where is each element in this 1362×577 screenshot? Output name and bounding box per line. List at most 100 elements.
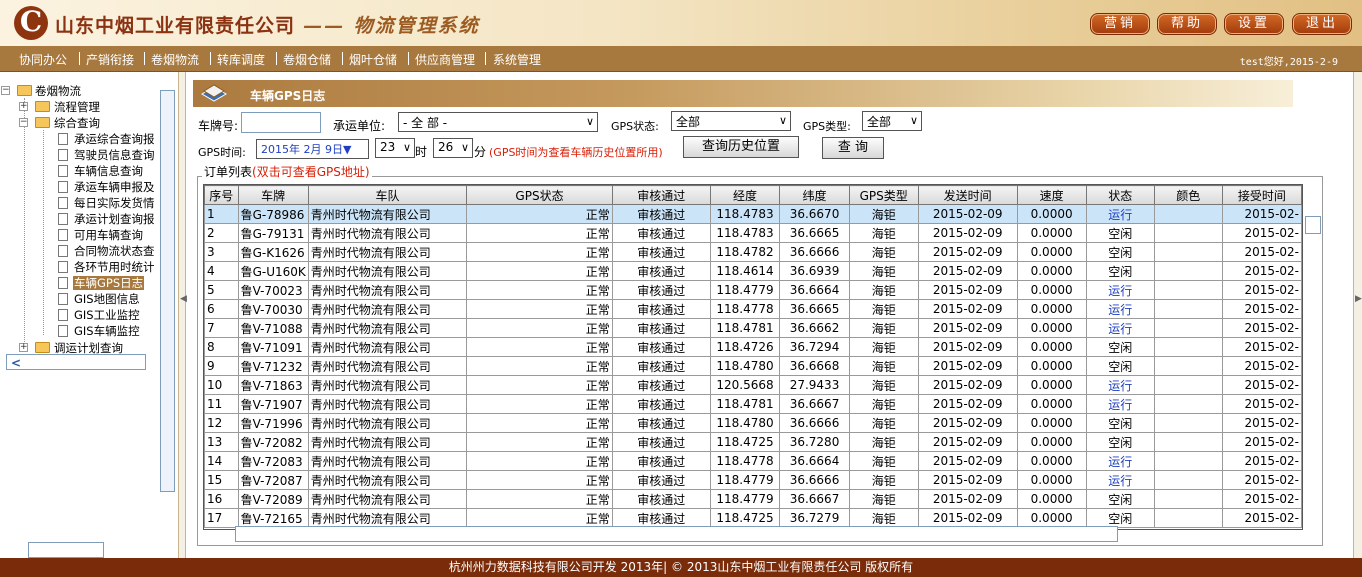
gps-type-select[interactable]: 全部 ∨ — [862, 111, 922, 131]
nav-item-supplier[interactable]: 供应商管理 — [415, 51, 475, 68]
table-cell: 运行 — [1085, 394, 1155, 414]
nav-item-leaf-storage[interactable]: 烟叶仓储 — [349, 51, 397, 68]
marketing-button[interactable]: 营销 — [1090, 13, 1150, 35]
table-row[interactable]: 2 鲁G-79131 青州时代物流有限公司 正常 审核通过 118.4783 36.6665… — [204, 223, 1302, 243]
expand-icon[interactable]: + — [19, 102, 28, 111]
table-row[interactable]: 6 鲁V-70030 青州时代物流有限公司 正常 审核通过 118.4778 36.6665… — [204, 299, 1302, 319]
column-header[interactable]: 序号 — [204, 185, 239, 205]
table-row[interactable]: 5 鲁V-70023 青州时代物流有限公司 正常 审核通过 118.4779 36.6664… — [204, 280, 1302, 300]
tree-node-query[interactable]: 综合查询 — [54, 116, 100, 130]
settings-button[interactable]: 设置 — [1224, 13, 1284, 35]
column-header[interactable]: 车队 — [307, 185, 468, 205]
column-header[interactable]: 颜色 — [1153, 185, 1223, 205]
table-cell: 审核通过 — [611, 432, 711, 452]
collapse-icon[interactable]: − — [19, 118, 28, 127]
grid-cell-editor[interactable] — [1305, 216, 1321, 234]
hour-select-value: 23 — [380, 140, 396, 154]
tree-node-daily-shipping[interactable]: 每日实际发货情 — [74, 196, 155, 210]
table-row[interactable]: 15 鲁V-72087 青州时代物流有限公司 正常 审核通过 118.4779 36.666… — [204, 470, 1302, 490]
help-button[interactable]: 帮助 — [1157, 13, 1217, 35]
table-cell: 2015-02- — [1221, 280, 1302, 300]
nav-item-system[interactable]: 系统管理 — [493, 51, 541, 68]
table-row[interactable]: 10 鲁V-71863 青州时代物流有限公司 正常 审核通过 120.5668 27.943… — [204, 375, 1302, 395]
table-cell: 8 — [204, 337, 239, 357]
minute-select[interactable]: 26 ∨ — [433, 138, 473, 158]
nav-item-office[interactable]: 协同办公 — [19, 51, 67, 68]
table-row[interactable]: 4 鲁G-U160K 青州时代物流有限公司 正常 审核通过 118.4614 36.6939… — [204, 261, 1302, 281]
collapse-left-icon[interactable]: ◀ — [180, 294, 187, 304]
tree-node-gps-log[interactable]: 车辆GPS日志 — [73, 276, 145, 290]
table-cell: 海钜 — [848, 299, 919, 319]
table-cell: 青州时代物流有限公司 — [307, 413, 468, 433]
tree-root[interactable]: 卷烟物流 — [35, 84, 81, 98]
tree-node-flow[interactable]: 流程管理 — [54, 100, 100, 114]
table-row[interactable]: 13 鲁V-72082 青州时代物流有限公司 正常 审核通过 118.4725 36.728… — [204, 432, 1302, 452]
table-cell — [1153, 489, 1223, 509]
tree-horizontal-scrollbar[interactable]: < — [6, 354, 146, 370]
tree-node-contract-status[interactable]: 合同物流状态查 — [74, 244, 155, 258]
date-picker[interactable]: 2015年 2月 9日▼ — [256, 139, 369, 159]
nav-item-production-sales[interactable]: 产销衔接 — [86, 51, 134, 68]
column-header[interactable]: 车牌 — [237, 185, 309, 205]
collapse-right-icon[interactable]: ▶ — [1355, 294, 1362, 304]
query-button[interactable]: 查 询 — [822, 137, 884, 159]
company-logo: C — [14, 6, 48, 40]
table-cell: 2015-02- — [1221, 489, 1302, 509]
tree-node-driver-info[interactable]: 驾驶员信息查询 — [74, 148, 155, 162]
collapse-icon[interactable]: − — [1, 86, 10, 95]
column-header[interactable]: 接受时间 — [1221, 185, 1302, 205]
gps-state-select[interactable]: 全部 ∨ — [671, 111, 791, 131]
tree-node-available-vehicles[interactable]: 可用车辆查询 — [74, 228, 143, 242]
table-row[interactable]: 1 鲁G-78986 青州时代物流有限公司 正常 审核通过 118.4783 36.6670… — [204, 204, 1302, 224]
table-cell: 海钜 — [848, 356, 919, 376]
folder-icon — [17, 85, 32, 96]
column-header[interactable]: 纬度 — [779, 185, 850, 205]
scroll-left-icon[interactable]: < — [11, 356, 21, 370]
expand-icon[interactable]: + — [19, 343, 28, 352]
column-header[interactable]: 审核通过 — [611, 185, 711, 205]
tree-node-vehicle-info[interactable]: 车辆信息查询 — [74, 164, 143, 178]
table-row[interactable]: 3 鲁G-K1626 青州时代物流有限公司 正常 审核通过 118.4782 36.6666… — [204, 242, 1302, 262]
table-row[interactable]: 16 鲁V-72089 青州时代物流有限公司 正常 审核通过 118.4779 36.666… — [204, 489, 1302, 509]
column-header[interactable]: 速度 — [1016, 185, 1087, 205]
table-cell: 正常 — [466, 204, 613, 224]
nav-item-cigarette-logistics[interactable]: 卷烟物流 — [151, 51, 199, 68]
column-header[interactable]: 发送时间 — [917, 185, 1018, 205]
table-cell: 2 — [204, 223, 239, 243]
table-row[interactable]: 14 鲁V-72083 青州时代物流有限公司 正常 审核通过 118.4778 36.666… — [204, 451, 1302, 471]
tree-node-gis-map[interactable]: GIS地图信息 — [74, 292, 140, 306]
nav-item-transfer-dispatch[interactable]: 转库调度 — [217, 51, 265, 68]
tree-node-vehicle-apply[interactable]: 承运车辆申报及 — [74, 180, 155, 194]
table-row[interactable]: 9 鲁V-71232 青州时代物流有限公司 正常 审核通过 118.4780 36.6668… — [204, 356, 1302, 376]
tree-bottom-box[interactable] — [28, 542, 104, 558]
hour-select[interactable]: 23 ∨ — [375, 138, 415, 158]
logout-button[interactable]: 退出 — [1292, 13, 1352, 35]
table-cell: 海钜 — [848, 375, 919, 395]
carrier-select[interactable]: - 全 部 - ∨ — [398, 112, 598, 132]
tree-node-gis-industry[interactable]: GIS工业监控 — [74, 308, 140, 322]
table-row[interactable]: 7 鲁V-71088 青州时代物流有限公司 正常 审核通过 118.4781 36.6662… — [204, 318, 1302, 338]
column-header[interactable]: 状态 — [1085, 185, 1155, 205]
column-header[interactable]: 经度 — [709, 185, 781, 205]
tree-node-plan-report[interactable]: 承运计划查询报 — [74, 212, 155, 226]
table-row[interactable]: 17 鲁V-72165 青州时代物流有限公司 正常 审核通过 118.4725 36.727… — [204, 508, 1302, 528]
table-cell: 2015-02-09 — [917, 356, 1018, 376]
plate-input[interactable] — [241, 112, 321, 133]
table-horizontal-scrollbar[interactable] — [235, 526, 1118, 542]
minute-select-value: 26 — [438, 140, 454, 154]
sidebar-splitter[interactable]: ◀ — [178, 72, 187, 558]
table-row[interactable]: 8 鲁V-71091 青州时代物流有限公司 正常 审核通过 118.4726 36.7294… — [204, 337, 1302, 357]
table-row[interactable]: 11 鲁V-71907 青州时代物流有限公司 正常 审核通过 118.4781 36.666… — [204, 394, 1302, 414]
column-header[interactable]: GPS类型 — [848, 185, 919, 205]
tree-node-carrier-report[interactable]: 承运综合查询报 — [74, 132, 155, 146]
table-cell: 海钜 — [848, 242, 919, 262]
tree-vertical-scrollbar[interactable] — [160, 90, 175, 492]
column-header[interactable]: GPS状态 — [466, 185, 613, 205]
tree-node-dispatch-plan[interactable]: 调运计划查询 — [54, 341, 123, 355]
table-row[interactable]: 12 鲁V-71996 青州时代物流有限公司 正常 审核通过 118.4780 36.666… — [204, 413, 1302, 433]
history-location-button[interactable]: 查询历史位置 — [683, 136, 799, 158]
right-splitter[interactable]: ▶ — [1353, 72, 1362, 558]
nav-item-cigarette-storage[interactable]: 卷烟仓储 — [283, 51, 331, 68]
tree-node-time-stats[interactable]: 各环节用时统计 — [74, 260, 155, 274]
tree-node-gis-vehicle[interactable]: GIS车辆监控 — [74, 324, 140, 338]
